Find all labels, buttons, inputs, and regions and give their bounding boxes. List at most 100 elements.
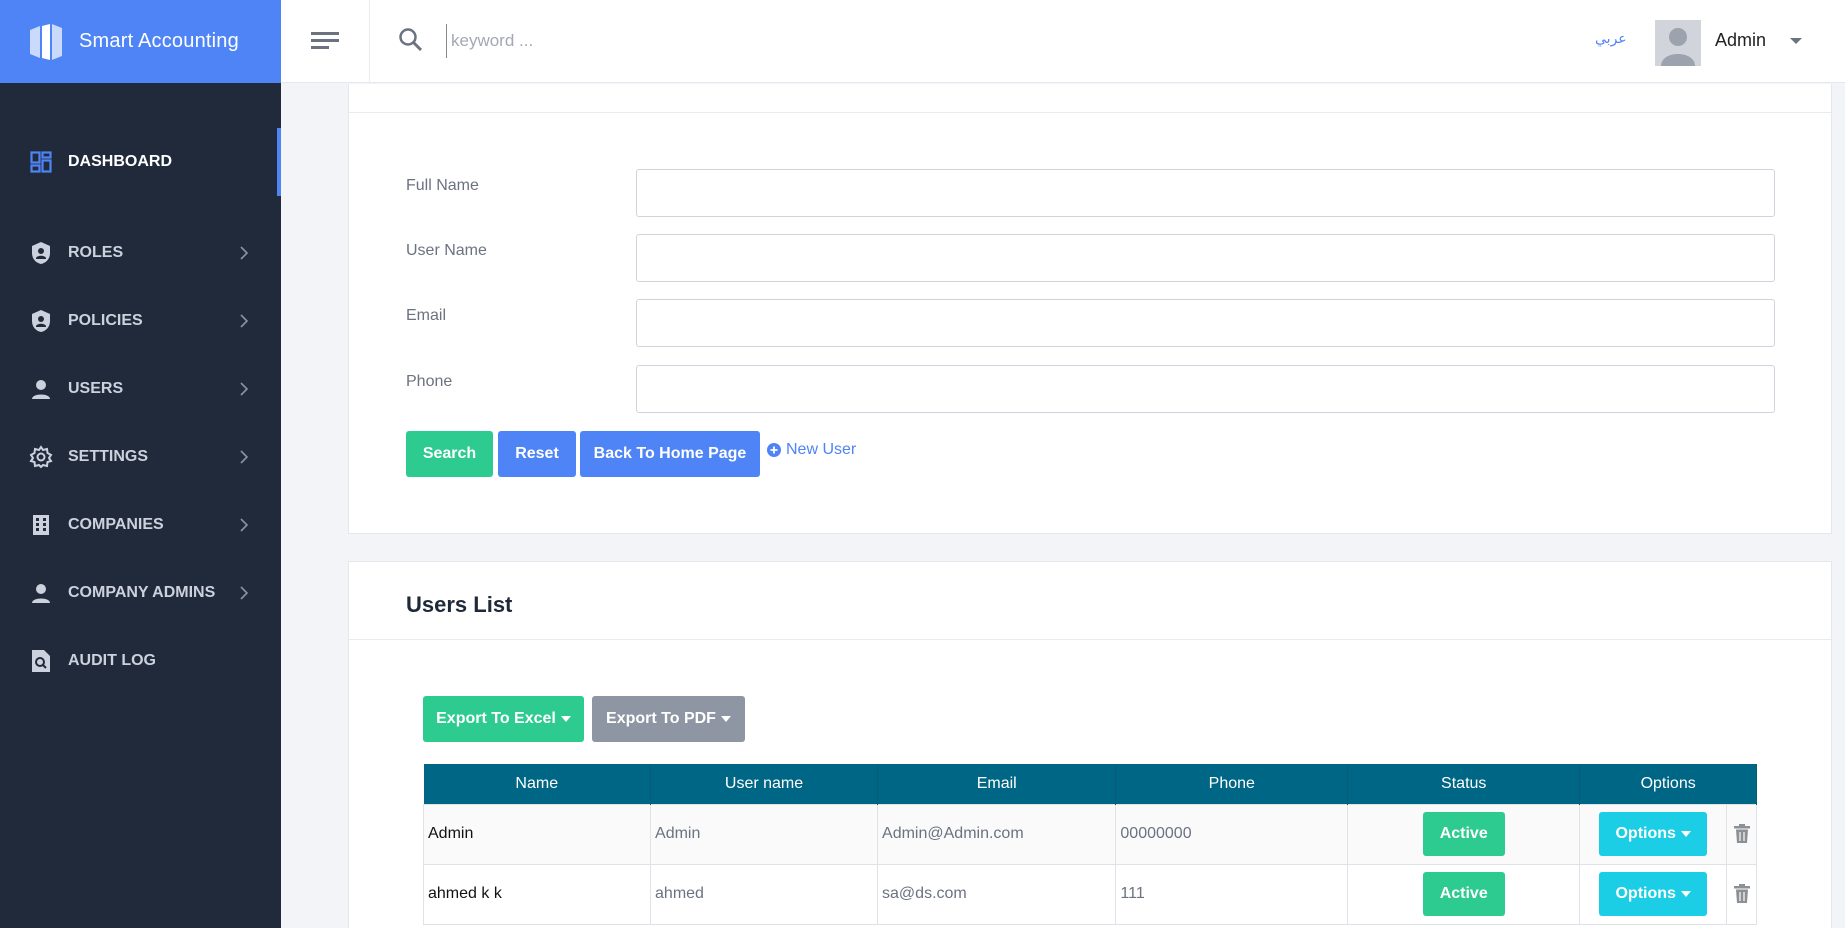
status-active-button[interactable]: Active bbox=[1422, 812, 1505, 856]
chevron-right-icon bbox=[240, 518, 248, 532]
cell-options: Options bbox=[1579, 863, 1728, 925]
column-header-username[interactable]: User name bbox=[650, 764, 879, 804]
users-list-card: Users List Export To Excel Export To PDF… bbox=[348, 561, 1832, 928]
phone-label: Phone bbox=[406, 373, 453, 390]
chevron-right-icon bbox=[240, 246, 248, 260]
user-icon bbox=[29, 377, 53, 401]
sidebar-item-users[interactable]: USERS bbox=[0, 355, 281, 423]
user-name[interactable]: Admin bbox=[1715, 30, 1766, 51]
user-name-label: User Name bbox=[406, 242, 487, 259]
users-table: Name User name Email Phone Status Option… bbox=[422, 764, 1757, 925]
email-row: Email bbox=[406, 299, 1776, 347]
cell-email: Admin@Admin.com bbox=[877, 803, 1117, 865]
column-header-status[interactable]: Status bbox=[1347, 764, 1581, 804]
options-label: Options bbox=[1615, 885, 1676, 902]
table-row: Admin Admin Admin@Admin.com 00000000 Act… bbox=[422, 803, 1757, 865]
status-active-button[interactable]: Active bbox=[1422, 872, 1505, 916]
export-excel-button[interactable]: Export To Excel bbox=[423, 696, 584, 742]
cell-name: ahmed k k bbox=[422, 863, 652, 925]
sidebar-item-policies[interactable]: POLICIES bbox=[0, 287, 281, 355]
brand-title: Smart Accounting bbox=[79, 30, 239, 52]
column-header-email[interactable]: Email bbox=[877, 764, 1117, 804]
options-label: Options bbox=[1615, 825, 1676, 842]
full-name-row: Full Name bbox=[406, 169, 1776, 217]
sidebar-nav: DASHBOARD ROLES POLICIES USERS SETTINGS … bbox=[0, 128, 281, 695]
email-input[interactable] bbox=[636, 299, 1775, 347]
top-header: عربي Admin bbox=[281, 0, 1845, 83]
users-list-title: Users List bbox=[406, 592, 513, 617]
column-header-phone[interactable]: Phone bbox=[1115, 764, 1349, 804]
user-filter-card: Full Name User Name Email Phone Search R… bbox=[348, 84, 1832, 534]
user-name-row: User Name bbox=[406, 234, 1776, 282]
sidebar-item-label: SETTINGS bbox=[68, 448, 149, 465]
brand-bar[interactable]: Smart Accounting bbox=[0, 0, 281, 83]
trash-icon[interactable] bbox=[1733, 884, 1751, 904]
shield-icon bbox=[29, 309, 53, 333]
chevron-down-icon[interactable] bbox=[1789, 36, 1803, 46]
shield-icon bbox=[29, 241, 53, 265]
table-row: ahmed k k ahmed sa@ds.com 111 Active Opt… bbox=[422, 863, 1757, 925]
sidebar-item-label: COMPANIES bbox=[68, 516, 164, 533]
export-pdf-label: Export To PDF bbox=[606, 710, 716, 727]
full-name-input[interactable] bbox=[636, 169, 1775, 217]
gear-icon bbox=[29, 445, 53, 469]
cell-username: Admin bbox=[650, 803, 879, 865]
export-pdf-button[interactable]: Export To PDF bbox=[592, 696, 745, 742]
dashboard-icon bbox=[29, 150, 53, 174]
search-input[interactable] bbox=[446, 24, 946, 58]
phone-input[interactable] bbox=[636, 365, 1775, 413]
export-excel-label: Export To Excel bbox=[436, 710, 556, 727]
sidebar-item-label: USERS bbox=[68, 380, 124, 397]
sidebar-item-label: ROLES bbox=[68, 244, 124, 261]
back-to-home-button[interactable]: Back To Home Page bbox=[580, 431, 760, 477]
reset-button[interactable]: Reset bbox=[498, 431, 576, 477]
cell-email: sa@ds.com bbox=[877, 863, 1117, 925]
building-icon bbox=[29, 513, 53, 537]
sidebar-item-company-admins[interactable]: COMPANY ADMINS bbox=[0, 559, 281, 627]
sidebar-item-companies[interactable]: COMPANIES bbox=[0, 491, 281, 559]
table-header-row: Name User name Email Phone Status Option… bbox=[423, 764, 1757, 804]
cell-status: Active bbox=[1347, 803, 1581, 865]
caret-down-icon bbox=[720, 715, 731, 722]
audit-icon bbox=[29, 649, 53, 673]
caret-down-icon bbox=[1680, 890, 1691, 897]
trash-icon[interactable] bbox=[1733, 824, 1751, 844]
cell-delete bbox=[1726, 863, 1757, 925]
sidebar-item-audit-log[interactable]: AUDIT LOG bbox=[0, 627, 281, 695]
chevron-right-icon bbox=[240, 586, 248, 600]
cell-delete bbox=[1726, 803, 1757, 865]
cell-username: ahmed bbox=[650, 863, 879, 925]
user-name-input[interactable] bbox=[636, 234, 1775, 282]
menu-toggle-icon[interactable] bbox=[311, 28, 341, 52]
sidebar-item-label: COMPANY ADMINS bbox=[68, 584, 216, 601]
avatar[interactable] bbox=[1655, 20, 1701, 66]
cell-status: Active bbox=[1347, 863, 1581, 925]
sidebar-item-dashboard[interactable]: DASHBOARD bbox=[0, 128, 281, 196]
sidebar-item-label: DASHBOARD bbox=[68, 153, 172, 170]
options-dropdown-button[interactable]: Options bbox=[1599, 872, 1708, 916]
sidebar: Smart Accounting DASHBOARD ROLES POLICIE… bbox=[0, 0, 281, 928]
phone-row: Phone bbox=[406, 365, 1776, 413]
plus-circle-icon bbox=[767, 443, 781, 457]
column-header-options: Options bbox=[1579, 764, 1757, 804]
search-icon[interactable] bbox=[398, 27, 424, 53]
brand-logo-icon bbox=[28, 22, 64, 62]
language-switch-link[interactable]: عربي bbox=[1595, 31, 1627, 47]
sidebar-item-settings[interactable]: SETTINGS bbox=[0, 423, 281, 491]
chevron-right-icon bbox=[240, 382, 248, 396]
full-name-label: Full Name bbox=[406, 177, 479, 194]
user-icon bbox=[29, 581, 53, 605]
sidebar-item-label: POLICIES bbox=[68, 312, 143, 329]
search-button[interactable]: Search bbox=[406, 431, 493, 477]
sidebar-item-label: AUDIT LOG bbox=[68, 652, 156, 669]
cell-phone: 111 bbox=[1115, 863, 1349, 925]
column-header-name[interactable]: Name bbox=[423, 764, 652, 804]
email-label: Email bbox=[406, 307, 447, 324]
options-dropdown-button[interactable]: Options bbox=[1599, 812, 1708, 856]
new-user-link[interactable]: New User bbox=[767, 441, 856, 459]
chevron-right-icon bbox=[240, 314, 248, 328]
new-user-label: New User bbox=[786, 441, 857, 458]
sidebar-item-roles[interactable]: ROLES bbox=[0, 219, 281, 287]
caret-down-icon bbox=[1680, 830, 1691, 837]
header-divider bbox=[369, 0, 370, 83]
